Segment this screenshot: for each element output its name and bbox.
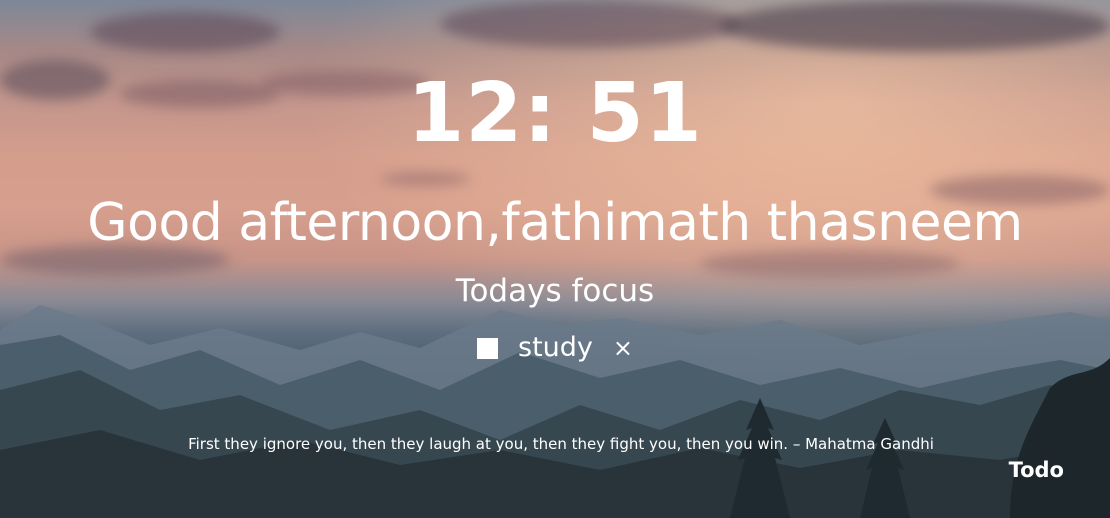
focus-task-text: study [518, 332, 593, 363]
quote-text: First they ignore you, then they laugh a… [188, 435, 934, 453]
focus-title: Todays focus [455, 273, 655, 309]
clock-time: 12: 51 [407, 66, 703, 161]
todo-button[interactable]: Todo [1009, 455, 1064, 485]
greeting-text: Good afternoon,fathimath thasneem [87, 193, 1023, 253]
focus-task-row: study × [0, 328, 1110, 368]
remove-focus-button[interactable]: × [613, 331, 633, 365]
focus-task-checkbox[interactable] [477, 337, 498, 359]
